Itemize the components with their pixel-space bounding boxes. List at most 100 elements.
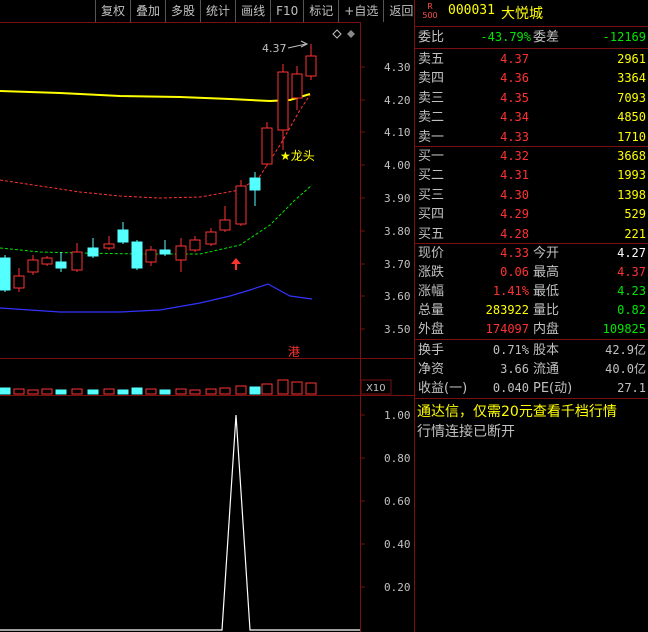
up-arrow-icon bbox=[231, 258, 241, 270]
candle-body bbox=[0, 257, 11, 291]
volume-bar bbox=[27, 389, 39, 395]
sell-row[interactable]: 卖四 4.36 3364 bbox=[415, 69, 648, 88]
quote-row-xianjia: 现价 4.33 今开 4.27 bbox=[415, 244, 648, 263]
huanshou-value: 0.71% bbox=[492, 343, 529, 357]
buy-level-label: 买三 bbox=[418, 187, 445, 203]
stock-title-bar: R 500 000031 大悦城 bbox=[415, 0, 648, 27]
volume-bar bbox=[13, 388, 25, 395]
zhangfu-value: 1.41% bbox=[492, 284, 529, 298]
rank-badge: R 500 bbox=[421, 2, 439, 22]
candle-body bbox=[117, 229, 129, 243]
sell-price: 4.36 bbox=[500, 71, 529, 86]
volume-bar bbox=[261, 383, 273, 395]
buy-level-label: 买五 bbox=[418, 226, 445, 242]
dragon-head-label: ★龙头 bbox=[280, 149, 315, 163]
upgrade-ad-link[interactable]: 通达信，仅需20元查看千档行情 bbox=[417, 401, 617, 421]
zhangfu-label: 涨幅 bbox=[418, 284, 445, 299]
candle-body bbox=[145, 249, 157, 263]
kline-chart[interactable]: 4.30 4.20 4.10 4.00 3.90 3.80 3.70 3.60 … bbox=[0, 0, 414, 632]
buy-level-label: 买四 bbox=[418, 207, 445, 223]
sell-price: 4.35 bbox=[500, 90, 529, 105]
sell-price: 4.37 bbox=[500, 52, 529, 66]
jinkai-label: 今开 bbox=[533, 246, 560, 261]
candle-body bbox=[71, 251, 83, 271]
buy-price: 4.30 bbox=[500, 187, 529, 202]
diamond-icon-2[interactable] bbox=[347, 30, 355, 38]
candle-body bbox=[55, 261, 67, 269]
indicator-axis: 1.00 0.80 0.60 0.40 0.20 bbox=[360, 409, 411, 594]
indicator-tick: 0.60 bbox=[384, 495, 411, 508]
volume-bars bbox=[0, 379, 317, 395]
buy-level-label: 买二 bbox=[418, 168, 445, 184]
sell-row[interactable]: 卖二 4.34 4850 bbox=[415, 108, 648, 127]
sell-row[interactable]: 卖五 4.37 2961 bbox=[415, 50, 648, 69]
jinkai-value: 4.27 bbox=[617, 246, 646, 260]
quote-row-zhangdie: 涨跌 0.06 最高 4.37 bbox=[415, 263, 648, 282]
buy-row[interactable]: 买二 4.31 1993 bbox=[415, 166, 648, 185]
buy-volume: 221 bbox=[624, 226, 646, 241]
weibi-value: -43.79% bbox=[480, 30, 531, 44]
jingzi-label: 净资 bbox=[418, 362, 445, 377]
ma-yellow-line bbox=[0, 90, 311, 103]
diamond-icon[interactable] bbox=[332, 29, 342, 39]
quote-row-zongliang: 总量 283922 量比 0.82 bbox=[415, 301, 648, 320]
indicator-tick: 0.80 bbox=[384, 452, 411, 465]
weicha-value: -12169 bbox=[602, 30, 646, 44]
buy-price: 4.28 bbox=[500, 226, 529, 241]
guben-value: 42.9亿 bbox=[605, 343, 646, 357]
buy-volume: 1993 bbox=[617, 168, 646, 183]
price-tick: 3.80 bbox=[384, 225, 411, 238]
zuidi-value: 4.23 bbox=[617, 284, 646, 298]
candle-body bbox=[131, 241, 143, 269]
sell-row[interactable]: 卖一 4.33 1710 bbox=[415, 128, 648, 147]
guben-label: 股本 bbox=[533, 343, 560, 358]
candle-body bbox=[219, 219, 231, 231]
pe-value: 27.1 bbox=[617, 381, 646, 395]
volume-bar bbox=[305, 382, 317, 395]
sell-level-label: 卖二 bbox=[418, 110, 445, 126]
zongliang-value: 283922 bbox=[485, 303, 529, 317]
volume-bar bbox=[55, 389, 67, 395]
buy-row[interactable]: 买四 4.29 529 bbox=[415, 205, 648, 224]
candle-body bbox=[249, 177, 261, 191]
indicator-tick: 0.40 bbox=[384, 538, 411, 551]
volume-bar bbox=[205, 388, 217, 395]
buy-row[interactable]: 买五 4.28 221 bbox=[415, 225, 648, 244]
volume-bar bbox=[235, 385, 247, 395]
buy-row[interactable]: 买三 4.30 1398 bbox=[415, 186, 648, 205]
jingzi-value: 3.66 bbox=[500, 362, 529, 376]
weibi-row: 委比 -43.79% 委差 -12169 bbox=[415, 28, 648, 47]
volume-bar bbox=[189, 389, 201, 395]
zuigao-label: 最高 bbox=[533, 265, 560, 280]
rank-badge-letter: R bbox=[427, 2, 433, 11]
quote-row-waipan: 外盘 174097 内盘 109825 bbox=[415, 320, 648, 339]
volume-bar bbox=[117, 389, 129, 395]
price-tick: 3.70 bbox=[384, 258, 411, 271]
neipan-value: 109825 bbox=[602, 322, 646, 336]
buy-volume: 1398 bbox=[617, 187, 646, 202]
sell-volume: 4850 bbox=[617, 110, 646, 125]
indicator-line bbox=[0, 414, 360, 631]
liutong-value: 40.0亿 bbox=[605, 362, 646, 376]
quote-panel: R 500 000031 大悦城 委比 -43.79% 委差 -12169 卖五… bbox=[414, 0, 648, 632]
pe-label: PE(动) bbox=[533, 381, 573, 396]
buy-price: 4.32 bbox=[500, 149, 529, 163]
volume-bar bbox=[145, 388, 157, 395]
candle-body bbox=[305, 55, 317, 77]
sell-volume: 1710 bbox=[617, 129, 646, 144]
candle-body bbox=[277, 71, 289, 131]
volume-bar bbox=[159, 389, 171, 395]
volume-bar bbox=[41, 388, 53, 395]
sell-row[interactable]: 卖三 4.35 7093 bbox=[415, 89, 648, 108]
price-tick: 3.50 bbox=[384, 323, 411, 336]
shouyi-label: 收益(一) bbox=[418, 381, 468, 396]
candle-body bbox=[261, 127, 273, 165]
quote-row-shouyi: 收益(一) 0.040 PE(动) 27.1 bbox=[415, 379, 648, 398]
buy-volume: 3668 bbox=[617, 149, 646, 163]
candlestick-series bbox=[0, 44, 317, 292]
buy-level-label: 买一 bbox=[418, 149, 445, 164]
connection-status: 行情连接已断开 bbox=[417, 424, 515, 440]
candle-body bbox=[189, 239, 201, 251]
buy-row[interactable]: 买一 4.32 3668 bbox=[415, 147, 648, 166]
volume-bar bbox=[0, 387, 11, 395]
